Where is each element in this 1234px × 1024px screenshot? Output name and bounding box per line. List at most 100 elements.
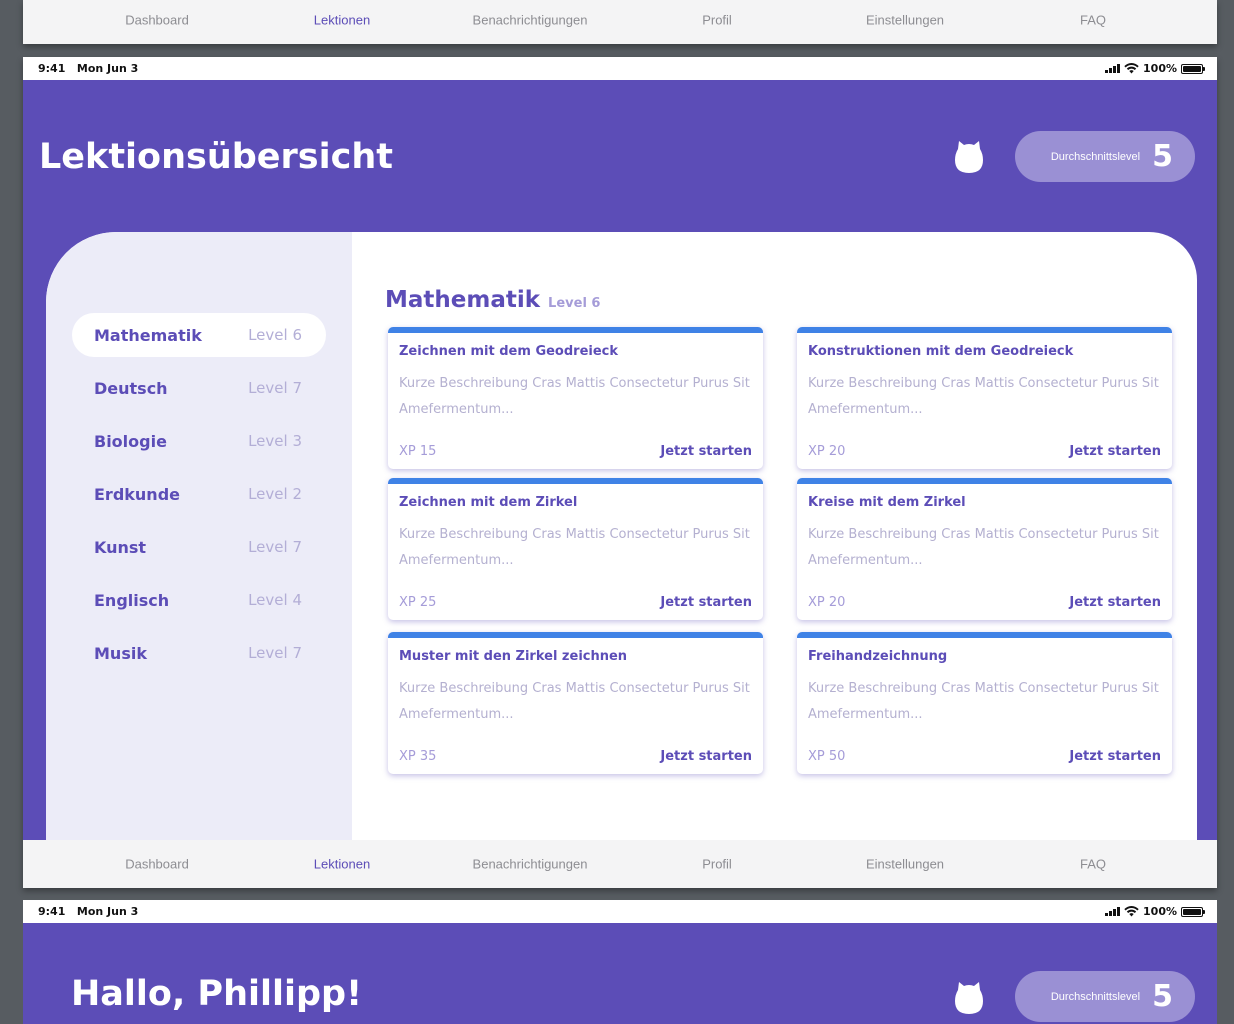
lesson-description: Kurze Beschreibung Cras Mattis Consectet… [808,376,1159,417]
greeting-title: Hallo, Phillipp! [71,974,363,1014]
lesson-description: Kurze Beschreibung Cras Mattis Consectet… [399,681,750,722]
tab-einstellungen[interactable]: Einstellungen [866,857,944,872]
cellular-signal-icon [1105,907,1121,916]
section-heading: Mathematik Level 6 [385,287,600,313]
previous-screen-frame: Dashboard Lektionen Benachrichtigungen P… [23,0,1217,44]
subject-name: Englisch [94,590,170,610]
lesson-card[interactable]: Kreise mit dem Zirkel Kurze Beschreibung… [797,478,1172,620]
tab-einstellungen[interactable]: Einstellungen [866,13,944,28]
lesson-card[interactable]: Freihandzeichnung Kurze Beschreibung Cra… [797,632,1172,774]
status-time: 9:41 [38,62,66,75]
start-lesson-button[interactable]: Jetzt starten [660,595,752,610]
sidebar-item-biologie[interactable]: Biologie Level 3 [72,419,326,463]
start-lesson-button[interactable]: Jetzt starten [1069,444,1161,459]
lesson-description: Kurze Beschreibung Cras Mattis Consectet… [808,681,1159,722]
tab-dashboard[interactable]: Dashboard [125,13,189,28]
average-level-badge[interactable]: Durchschnittslevel 5 [1015,131,1195,182]
lesson-description: Kurze Beschreibung Cras Mattis Consectet… [808,527,1159,568]
tab-profil[interactable]: Profil [702,13,732,28]
section-level: Level 6 [548,296,601,311]
lesson-xp: XP 50 [808,749,846,764]
subject-level: Level 7 [248,379,302,397]
lesson-title: Kreise mit dem Zirkel [808,495,966,510]
status-bar: 9:41 Mon Jun 3 100% [23,900,1217,923]
lesson-xp: XP 20 [808,595,846,610]
subject-level: Level 7 [248,644,302,662]
battery-percent: 100% [1143,905,1177,918]
tab-benachrichtigungen[interactable]: Benachrichtigungen [473,13,588,28]
lesson-card[interactable]: Konstruktionen mit dem Geodreieck Kurze … [797,327,1172,469]
card-accent-bar [388,327,763,333]
battery-icon [1181,63,1205,74]
lesson-card[interactable]: Muster mit den Zirkel zeichnen Kurze Bes… [388,632,763,774]
subject-sidebar: Mathematik Level 6 Deutsch Level 7 Biolo… [46,232,352,840]
tab-dashboard[interactable]: Dashboard [125,857,189,872]
sidebar-item-erdkunde[interactable]: Erdkunde Level 2 [72,472,326,516]
lesson-description: Kurze Beschreibung Cras Mattis Consectet… [399,376,750,417]
sidebar-item-mathematik[interactable]: Mathematik Level 6 [72,313,326,357]
subject-level: Level 4 [248,591,302,609]
wifi-icon [1124,63,1139,74]
tab-bar: Dashboard Lektionen Benachrichtigungen P… [23,840,1217,888]
subject-level: Level 7 [248,538,302,556]
card-accent-bar [388,478,763,484]
lesson-title: Freihandzeichnung [808,649,948,664]
tab-lektionen[interactable]: Lektionen [314,857,370,872]
wifi-icon [1124,906,1139,917]
status-date: Mon Jun 3 [76,905,139,918]
average-level-value: 5 [1152,979,1173,1014]
sidebar-item-deutsch[interactable]: Deutsch Level 7 [72,366,326,410]
cellular-signal-icon [1105,64,1121,73]
start-lesson-button[interactable]: Jetzt starten [660,749,752,764]
tab-profil[interactable]: Profil [702,857,732,872]
sidebar-item-kunst[interactable]: Kunst Level 7 [72,525,326,569]
sidebar-item-musik[interactable]: Musik Level 7 [72,631,326,675]
lesson-description: Kurze Beschreibung Cras Mattis Consectet… [399,527,750,568]
lesson-title: Konstruktionen mit dem Geodreieck [808,344,1074,359]
lesson-title: Muster mit den Zirkel zeichnen [399,649,628,664]
subject-name: Erdkunde [94,484,180,504]
tab-lektionen[interactable]: Lektionen [314,13,370,28]
dashboard-screen: 9:41 Mon Jun 3 100% Hallo, Phillipp! Dur… [23,900,1217,1024]
card-accent-bar [797,632,1172,638]
card-accent-bar [797,327,1172,333]
card-accent-bar [797,478,1172,484]
section-subject: Mathematik [385,287,541,313]
battery-icon [1181,906,1205,917]
tab-faq[interactable]: FAQ [1080,857,1106,872]
card-accent-bar [388,632,763,638]
tab-bar: Dashboard Lektionen Benachrichtigungen P… [23,0,1217,44]
battery-percent: 100% [1143,62,1177,75]
lessons-screen: 9:41 Mon Jun 3 100% Lektionsübersicht Du… [23,57,1217,888]
lesson-card[interactable]: Zeichnen mit dem Geodreieck Kurze Beschr… [388,327,763,469]
lesson-title: Zeichnen mit dem Zirkel [399,495,578,510]
tab-benachrichtigungen[interactable]: Benachrichtigungen [473,857,588,872]
subject-level: Level 6 [248,326,302,344]
lesson-xp: XP 35 [399,749,437,764]
start-lesson-button[interactable]: Jetzt starten [660,444,752,459]
lesson-xp: XP 15 [399,444,437,459]
lesson-title: Zeichnen mit dem Geodreieck [399,344,619,359]
status-time: 9:41 [38,905,66,918]
start-lesson-button[interactable]: Jetzt starten [1069,749,1161,764]
subject-name: Deutsch [94,378,168,398]
start-lesson-button[interactable]: Jetzt starten [1069,595,1161,610]
subject-name: Mathematik [94,325,202,345]
lesson-xp: XP 20 [808,444,846,459]
owl-mascot-icon[interactable] [955,137,983,173]
content-panel: Mathematik Level 6 Deutsch Level 7 Biolo… [46,232,1197,840]
subject-name: Biologie [94,431,167,451]
subject-level: Level 3 [248,432,302,450]
subject-name: Kunst [94,537,147,557]
subject-name: Musik [94,643,147,663]
subject-level: Level 2 [248,485,302,503]
lesson-card[interactable]: Zeichnen mit dem Zirkel Kurze Beschreibu… [388,478,763,620]
average-level-label: Durchschnittslevel [1050,150,1141,163]
average-level-badge[interactable]: Durchschnittslevel 5 [1015,971,1195,1022]
owl-mascot-icon[interactable] [955,978,983,1014]
status-bar: 9:41 Mon Jun 3 100% [23,57,1217,80]
tab-faq[interactable]: FAQ [1080,13,1106,28]
lesson-xp: XP 25 [399,595,437,610]
sidebar-item-englisch[interactable]: Englisch Level 4 [72,578,326,622]
status-date: Mon Jun 3 [76,62,139,75]
